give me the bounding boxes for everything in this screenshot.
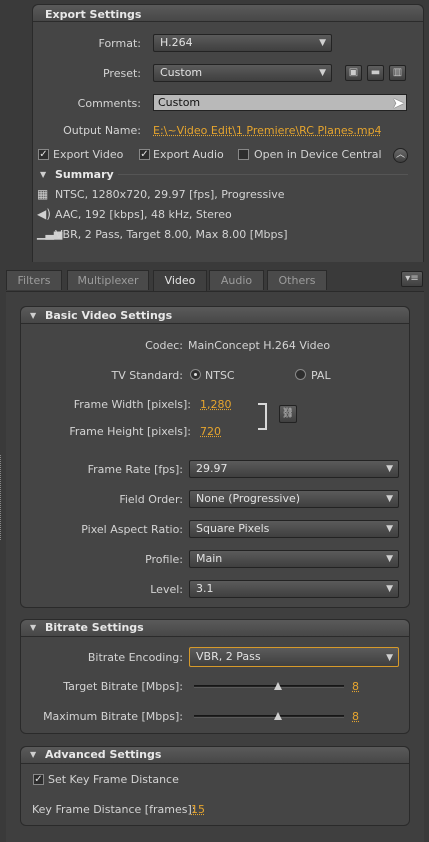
export-audio-checkbox[interactable]: ✓	[139, 149, 150, 160]
summary-triangle-icon[interactable]: ▼	[40, 170, 46, 179]
link-bracket	[258, 403, 267, 430]
level-dropdown[interactable]: 3.1 ▼	[189, 580, 399, 598]
chevron-down-icon: ▼	[386, 584, 393, 594]
chevron-down-icon: ▼	[319, 68, 326, 78]
trash-icon: ▥	[392, 67, 403, 78]
advanced-triangle-icon[interactable]: ▼	[30, 750, 36, 759]
panel-menu-button[interactable]: ▾≡	[401, 271, 423, 287]
basic-video-title: Basic Video Settings	[45, 309, 173, 322]
target-bitrate-thumb[interactable]	[274, 682, 282, 690]
field-order-label: Field Order:	[119, 493, 183, 506]
collapse-summary-button[interactable]: ︿	[393, 148, 408, 163]
chevron-down-icon: ▼	[386, 464, 393, 474]
radio-dot	[194, 373, 197, 376]
output-name-label: Output Name:	[63, 124, 141, 137]
import-preset-button[interactable]: ▬	[367, 65, 384, 81]
output-name-link[interactable]: E:\~Video Edit\1 Premiere\RC Planes.mp4	[153, 124, 382, 137]
export-audio-label: Export Audio	[153, 148, 224, 161]
max-bitrate-thumb[interactable]	[274, 712, 282, 720]
max-bitrate-slider[interactable]	[194, 715, 344, 718]
summary-bitrate: VBR, 2 Pass, Target 8.00, Max 8.00 [Mbps…	[55, 228, 288, 241]
level-label: Level:	[150, 583, 183, 596]
device-central-checkbox[interactable]	[238, 149, 249, 160]
tab-multiplexer[interactable]: Multiplexer	[67, 270, 149, 290]
target-bitrate-label: Target Bitrate [Mbps]:	[63, 680, 183, 693]
chain-link-icon: ⛓	[281, 408, 295, 419]
preset-value: Custom	[160, 66, 203, 79]
frame-width-value[interactable]: 1,280	[200, 398, 232, 411]
codec-label: Codec:	[145, 339, 183, 352]
tab-filters[interactable]: Filters	[6, 270, 62, 290]
folder-icon: ▬	[370, 67, 381, 78]
preset-dropdown[interactable]: Custom ▼	[153, 64, 332, 82]
target-bitrate-value[interactable]: 8	[352, 680, 359, 693]
chevron-down-icon: ▼	[386, 524, 393, 534]
film-icon: ▦	[37, 187, 49, 201]
tv-standard-label: TV Standard:	[111, 369, 184, 382]
keyframe-distance-label: Key Frame Distance [frames]:	[32, 803, 196, 816]
format-value: H.264	[160, 36, 193, 49]
ntsc-radio[interactable]	[190, 369, 201, 380]
profile-dropdown[interactable]: Main ▼	[189, 550, 399, 568]
format-label: Format:	[98, 37, 141, 50]
chevron-up-icon: ︿	[395, 150, 405, 160]
field-order-dropdown[interactable]: None (Progressive) ▼	[189, 490, 399, 508]
summary-video: NTSC, 1280x720, 29.97 [fps], Progressive	[55, 188, 285, 201]
menu-icon: ▾≡	[405, 273, 419, 284]
keyframe-distance-value[interactable]: 15	[191, 803, 205, 816]
comments-input[interactable]: Custom	[153, 94, 407, 111]
frame-width-label: Frame Width [pixels]:	[73, 398, 191, 411]
frame-rate-dropdown[interactable]: 29.97 ▼	[189, 460, 399, 478]
save-icon: ▣	[348, 67, 359, 78]
keyframe-distance-checkbox[interactable]: ✓	[33, 774, 44, 785]
summary-title: Summary	[55, 168, 114, 181]
speaker-icon: ◀)	[37, 207, 51, 221]
constrain-proportions-button[interactable]: ⛓	[279, 405, 297, 423]
export-video-label: Export Video	[53, 148, 124, 161]
chevron-down-icon: ▼	[386, 494, 393, 504]
tab-audio[interactable]: Audio	[209, 270, 264, 290]
basic-triangle-icon[interactable]: ▼	[30, 311, 36, 320]
frame-height-value[interactable]: 720	[200, 425, 221, 438]
pal-radio[interactable]	[295, 369, 306, 380]
cursor-icon: ➤	[392, 94, 405, 112]
delete-preset-button[interactable]: ▥	[389, 65, 406, 81]
frame-rate-label: Frame Rate [fps]:	[87, 463, 183, 476]
bitrate-title: Bitrate Settings	[45, 621, 144, 634]
codec-value: MainConcept H.264 Video	[188, 339, 331, 352]
check-icon: ✓	[39, 149, 48, 160]
bitrate-encoding-dropdown[interactable]: VBR, 2 Pass ▼	[189, 647, 399, 667]
frame-height-label: Frame Height [pixels]:	[69, 425, 191, 438]
check-icon: ✓	[140, 149, 149, 160]
format-dropdown[interactable]: H.264 ▼	[153, 34, 332, 52]
export-video-checkbox[interactable]: ✓	[38, 149, 49, 160]
ntsc-label: NTSC	[205, 369, 235, 382]
resize-handle[interactable]	[0, 455, 4, 540]
comments-value: Custom	[158, 96, 201, 109]
tab-video[interactable]: Video	[153, 270, 207, 291]
preset-label: Preset:	[102, 67, 141, 80]
max-bitrate-value[interactable]: 8	[352, 710, 359, 723]
summary-divider	[118, 174, 408, 175]
pal-label: PAL	[311, 369, 331, 382]
keyframe-distance-cb-label: Set Key Frame Distance	[48, 773, 179, 786]
advanced-title: Advanced Settings	[45, 748, 162, 761]
chevron-down-icon: ▼	[319, 38, 326, 48]
pixel-aspect-dropdown[interactable]: Square Pixels ▼	[189, 520, 399, 538]
save-preset-button[interactable]: ▣	[345, 65, 362, 81]
target-bitrate-slider[interactable]	[194, 685, 344, 688]
export-settings-title: Export Settings	[45, 8, 142, 21]
chevron-down-icon: ▼	[386, 554, 393, 564]
comments-label: Comments:	[77, 97, 141, 110]
max-bitrate-label: Maximum Bitrate [Mbps]:	[43, 710, 183, 723]
profile-label: Profile:	[145, 553, 183, 566]
chevron-down-icon: ▼	[386, 653, 393, 663]
pixel-aspect-label: Pixel Aspect Ratio:	[81, 523, 183, 536]
summary-audio: AAC, 192 [kbps], 48 kHz, Stereo	[55, 208, 232, 221]
bitrate-triangle-icon[interactable]: ▼	[30, 623, 36, 632]
device-central-label: Open in Device Central	[254, 148, 382, 161]
bitrate-encoding-label: Bitrate Encoding:	[87, 651, 183, 664]
check-icon: ✓	[34, 774, 43, 785]
tab-others[interactable]: Others	[267, 270, 327, 290]
